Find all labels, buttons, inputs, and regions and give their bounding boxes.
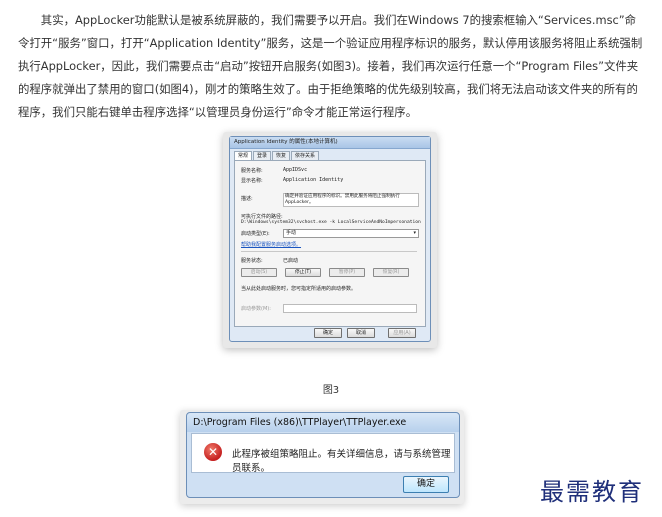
apply-button[interactable]: 应用(A) <box>388 328 416 338</box>
service-properties-dialog: Application Identity 的属性(本地计算机) 常规 登录 恢复… <box>229 136 431 342</box>
display-name-value: Application Identity <box>283 177 344 183</box>
article-paragraph: 其实，AppLocker功能默认是被系统屏蔽的，我们需要予以开启。我们在Wind… <box>18 13 643 119</box>
startup-type-label: 启动类型(E): <box>241 231 270 237</box>
message-title: D:\Program Files (x86)\TTPlayer\TTPlayer… <box>187 413 459 432</box>
figure3-caption: 图3 <box>322 385 340 396</box>
start-params-label: 启动参数(M): <box>241 306 271 312</box>
ok-button[interactable]: 确定 <box>314 328 342 338</box>
exe-path-value: D:\Windows\system32\svchost.exe -k Local… <box>241 220 421 225</box>
tab-dependencies[interactable]: 依存关系 <box>291 151 320 160</box>
chevron-down-icon: ▾ <box>413 230 416 236</box>
help-link[interactable]: 帮助我配置服务启动选项。 <box>241 241 301 248</box>
message-body: ✕ 此程序被组策略阻止。有关详细信息，请与系统管理员联系。 <box>191 433 455 474</box>
error-icon: ✕ <box>204 443 222 461</box>
display-name-label: 显示名称: <box>241 178 263 184</box>
blocked-message-dialog: D:\Program Files (x86)\TTPlayer\TTPlayer… <box>186 412 460 498</box>
message-ok-button[interactable]: 确定 <box>403 476 449 493</box>
start-params-hint: 当从此处启动服务时，您可指定所适用的启动参数。 <box>241 286 357 292</box>
dialog-title: Application Identity 的属性(本地计算机) <box>230 137 430 149</box>
status-value: 已启动 <box>283 258 299 264</box>
service-name-value: AppIDSvc <box>283 167 308 173</box>
description-label: 描述: <box>241 196 253 202</box>
startup-type-value: 手动 <box>286 230 297 236</box>
status-label: 服务状态: <box>241 258 263 264</box>
start-params-input[interactable] <box>283 304 417 313</box>
service-name-label: 服务名称: <box>241 168 263 174</box>
stop-button[interactable]: 停止(T) <box>285 268 321 277</box>
start-button[interactable]: 启动(S) <box>241 268 277 277</box>
resume-button[interactable]: 恢复(R) <box>373 268 409 277</box>
message-text: 此程序被组策略阻止。有关详细信息，请与系统管理员联系。 <box>232 449 451 474</box>
startup-type-select[interactable]: 手动 ▾ <box>283 229 419 238</box>
general-panel: 服务名称: AppIDSvc 显示名称: Application Identit… <box>234 160 426 327</box>
exe-path-label: 可执行文件的路径: <box>241 214 283 220</box>
description-box: 确定并验证应用程序的标识。禁用此服务将阻止强制执行 AppLocker。 <box>283 193 419 207</box>
tab-logon[interactable]: 登录 <box>253 151 272 160</box>
watermark: 最需教育 <box>540 478 644 506</box>
tab-recovery[interactable]: 恢复 <box>272 151 291 160</box>
pause-button[interactable]: 暂停(P) <box>329 268 365 277</box>
cancel-button[interactable]: 取消 <box>347 328 375 338</box>
dialog-tabs: 常规 登录 恢复 依存关系 <box>234 151 320 161</box>
divider <box>241 251 417 252</box>
